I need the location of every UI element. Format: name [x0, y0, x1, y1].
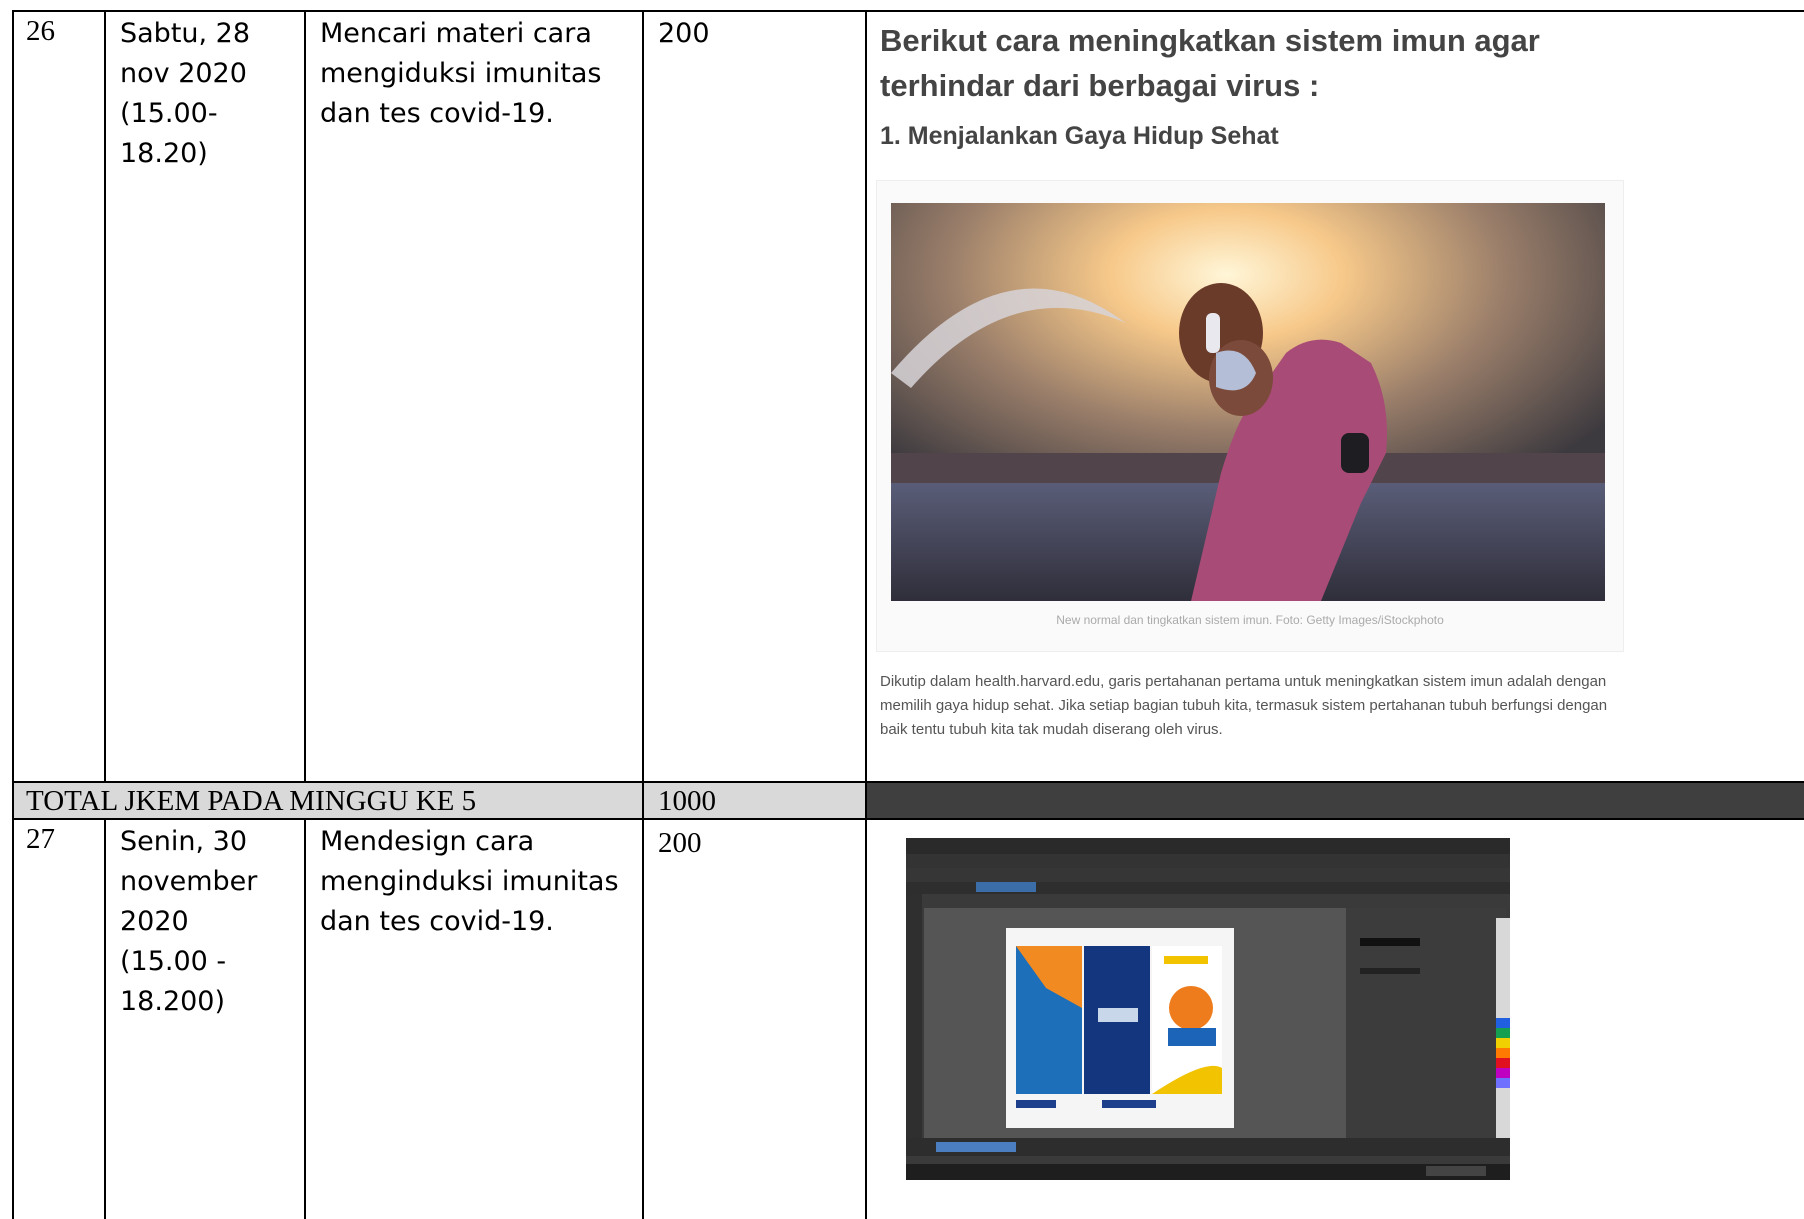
- col1-divider-top: [104, 10, 106, 782]
- col1-divider-bottom: [104, 818, 106, 1219]
- article-subheading: 1. Menjalankan Gaya Hidup Sehat: [880, 122, 1279, 150]
- row26-date: Sabtu, 28 nov 2020 (15.00- 18.20): [120, 18, 251, 169]
- table-left-border: [12, 10, 14, 1219]
- total-row-bottom-border: [12, 818, 1804, 820]
- col2-divider-top: [304, 10, 306, 782]
- row26-number: 26: [26, 15, 55, 47]
- article-heading: Berikut cara meningkatkan sistem imun ag…: [880, 23, 1540, 103]
- col4-divider: [865, 10, 867, 1219]
- row26-jkem: 200: [658, 18, 710, 49]
- article-screenshot: Berikut cara meningkatkan sistem imun ag…: [870, 10, 1630, 780]
- total-value: 1000: [658, 785, 716, 817]
- row26-bottom-border: [12, 781, 1804, 783]
- article-paragraph: Dikutip dalam health.harvard.edu, garis …: [880, 673, 1608, 738]
- article-photo-frame: New normal dan tingkatkan sistem imun. F…: [876, 180, 1624, 652]
- total-row-dark-cell: [867, 782, 1804, 818]
- photo-caption: New normal dan tingkatkan sistem imun. F…: [1056, 613, 1444, 627]
- total-label: TOTAL JKEM PADA MINGGU KE 5: [26, 785, 477, 817]
- col2-divider-bottom: [304, 818, 306, 1219]
- row27-activity: Mendesign cara menginduksi imunitas dan …: [320, 826, 619, 937]
- row27-number: 27: [26, 823, 55, 855]
- row26-activity: Mencari materi cara mengiduksi imunitas …: [320, 18, 602, 129]
- row27-jkem: 200: [658, 827, 702, 859]
- runner-photo: [891, 203, 1605, 601]
- design-editor-screenshot: [906, 838, 1510, 1180]
- row27-date: Senin, 30 november 2020 (15.00 - 18.200): [120, 826, 258, 1017]
- table-top-border: [12, 10, 1804, 12]
- col3-divider: [642, 10, 644, 1219]
- activity-table: 26 Sabtu, 28 nov 2020 (15.00- 18.20) Men…: [0, 0, 1804, 1219]
